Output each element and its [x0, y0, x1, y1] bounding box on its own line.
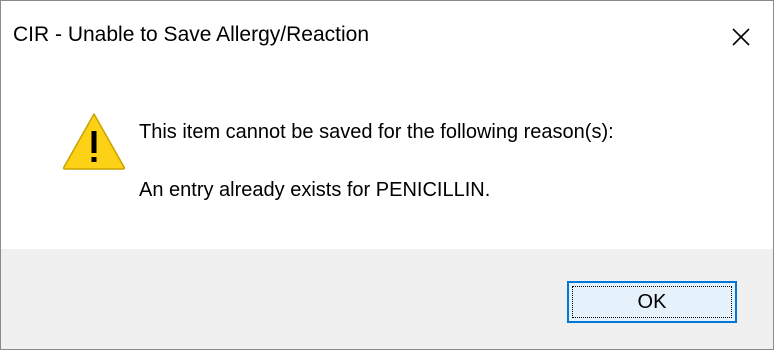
ok-button-label: OK — [637, 290, 667, 313]
message-area: This item cannot be saved for the follow… — [1, 73, 773, 249]
title-bar: CIR - Unable to Save Allergy/Reaction — [1, 1, 773, 73]
ok-button[interactable]: OK — [567, 281, 737, 323]
error-heading: This item cannot be saved for the follow… — [139, 121, 614, 143]
close-button[interactable] — [709, 1, 773, 73]
error-detail: An entry already exists for PENICILLIN. — [139, 179, 491, 201]
window-title: CIR - Unable to Save Allergy/Reaction — [13, 23, 370, 46]
close-icon — [732, 28, 750, 46]
message-dialog: CIR - Unable to Save Allergy/Reaction Th… — [0, 0, 774, 350]
button-bar: OK — [1, 249, 773, 349]
warning-icon — [62, 113, 126, 170]
